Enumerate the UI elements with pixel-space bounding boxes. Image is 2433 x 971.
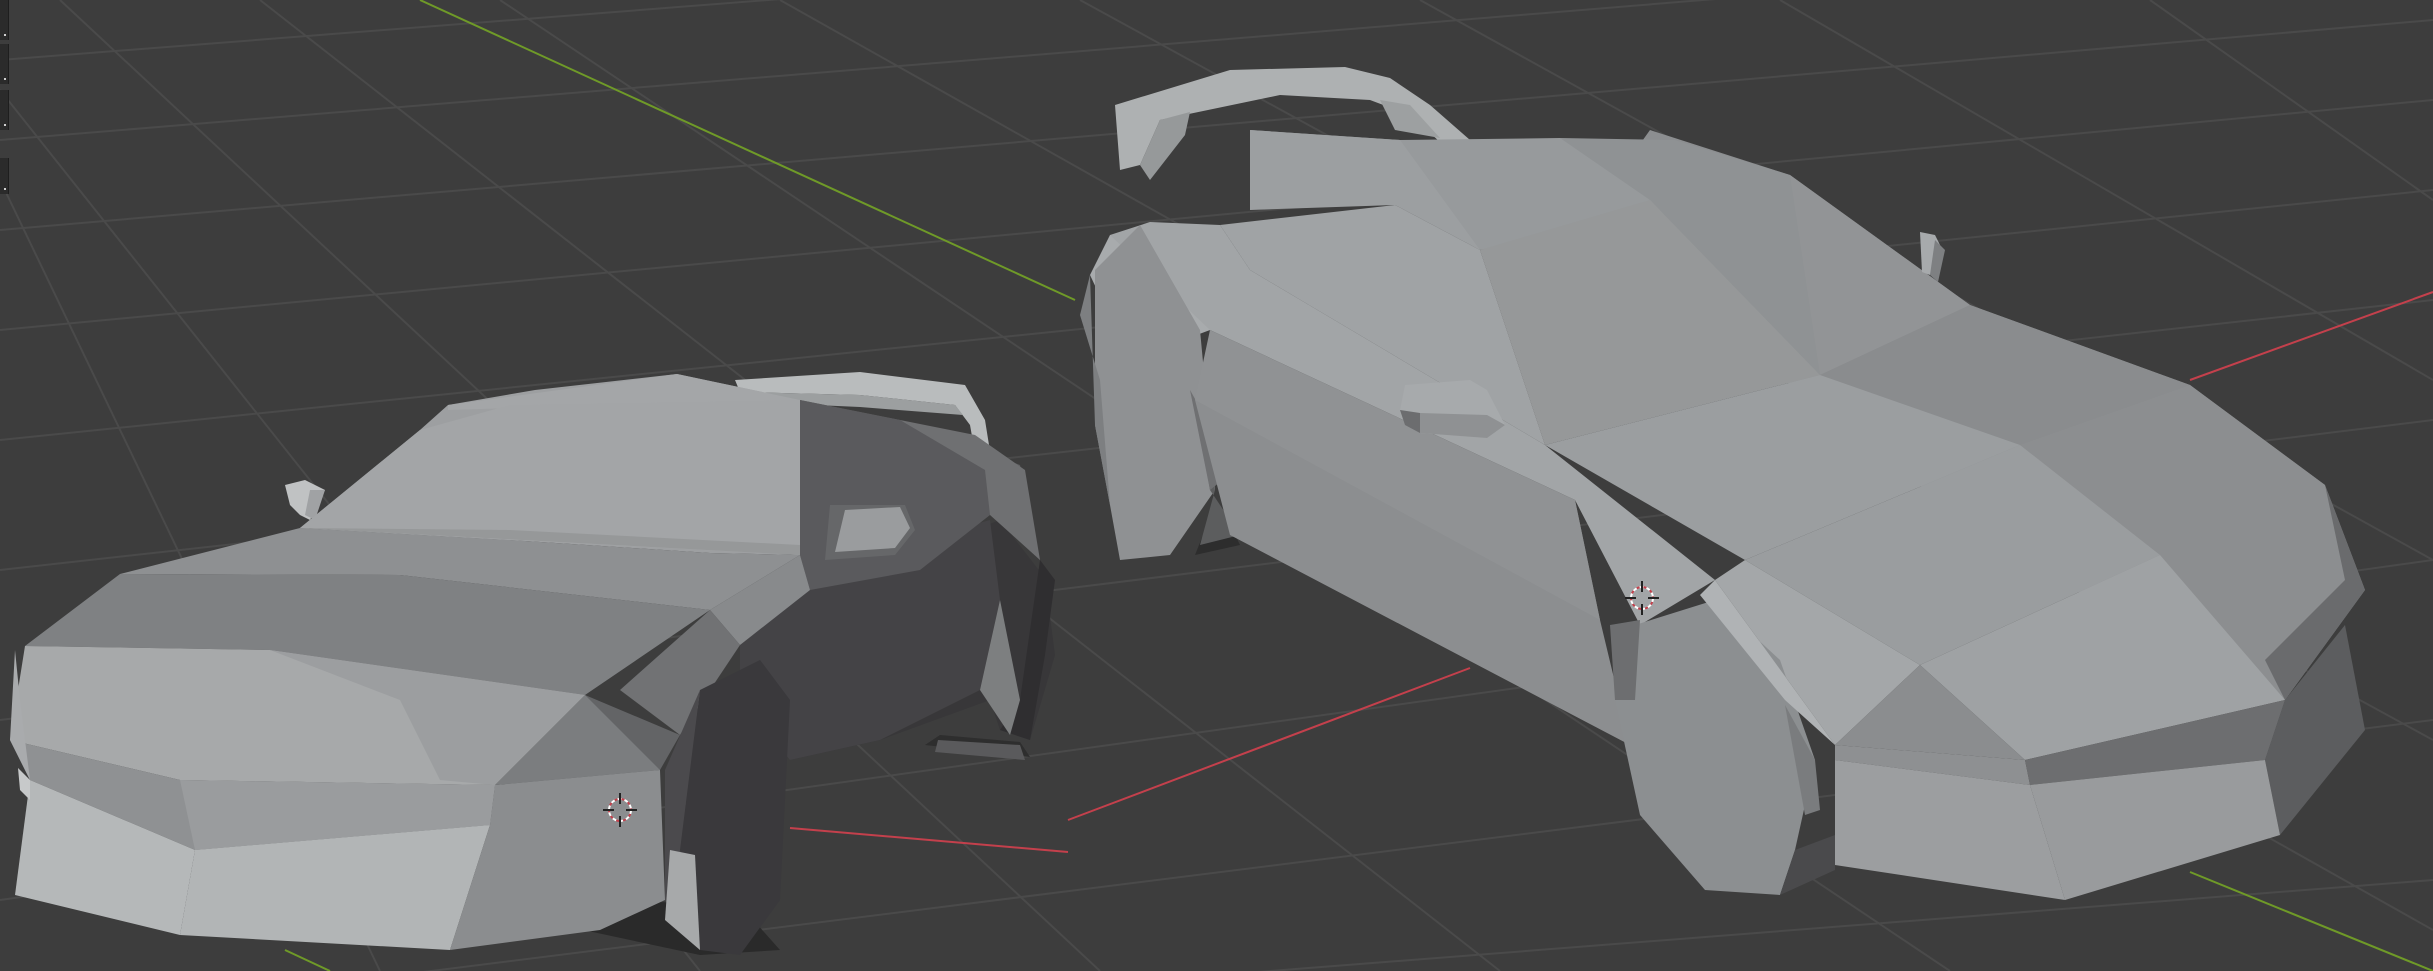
select-box-tool-button[interactable] — [0, 0, 9, 40]
cursor-icon — [4, 78, 6, 80]
toolbar — [0, 0, 9, 200]
select-box-icon — [4, 34, 6, 36]
car-front-left[interactable] — [10, 372, 1055, 955]
y-axis-line — [419, 0, 1076, 301]
x-axis-line — [1067, 667, 1471, 821]
cursor-tool-button[interactable] — [0, 44, 9, 84]
x-axis-line-left — [789, 827, 1069, 853]
car-back-right[interactable] — [1080, 67, 2365, 900]
move-icon — [4, 124, 6, 126]
y-axis-line-left — [284, 949, 331, 971]
rotate-tool-button[interactable] — [0, 158, 9, 194]
3d-viewport[interactable] — [0, 0, 2433, 971]
x-axis-line-right — [2189, 291, 2433, 381]
rotate-icon — [4, 188, 6, 190]
move-tool-button[interactable] — [0, 90, 9, 130]
y-axis-line-lower — [2189, 871, 2433, 971]
